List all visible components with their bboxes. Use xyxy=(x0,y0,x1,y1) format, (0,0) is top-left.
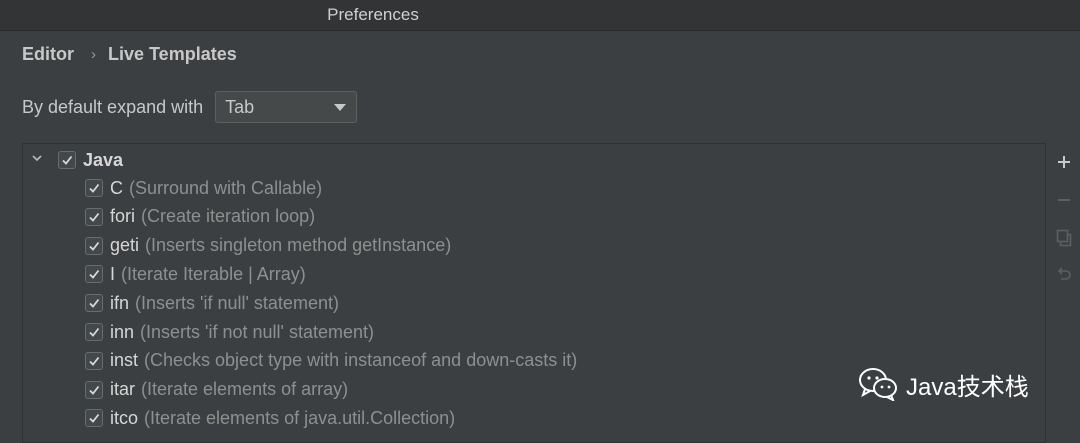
check-icon xyxy=(62,155,73,165)
template-checkbox[interactable] xyxy=(85,351,103,370)
check-icon xyxy=(89,270,100,280)
copy-button[interactable] xyxy=(1053,227,1075,249)
expand-with-value: Tab xyxy=(225,97,255,117)
check-icon xyxy=(89,327,100,337)
template-checkbox[interactable] xyxy=(85,207,103,226)
template-row[interactable]: itar (Iterate elements of array) xyxy=(85,376,348,404)
remove-icon xyxy=(1058,199,1070,201)
expand-label: By default expand with xyxy=(22,96,204,117)
copy-icon xyxy=(1056,229,1072,247)
template-abbreviation: inn xyxy=(110,321,135,342)
add-icon xyxy=(1058,156,1070,168)
breadcrumb-separator: › xyxy=(91,45,96,63)
chevron-down-icon[interactable] xyxy=(32,153,42,163)
template-abbreviation: inst xyxy=(110,350,139,371)
restore-icon xyxy=(1057,267,1071,280)
title-bar: Preferences xyxy=(0,0,1080,31)
window-title: Preferences xyxy=(327,5,419,24)
check-icon xyxy=(89,183,100,193)
template-abbreviation: C xyxy=(110,177,123,198)
template-description: (Iterate elements of array) xyxy=(141,379,349,400)
template-checkbox[interactable] xyxy=(85,323,103,341)
check-icon xyxy=(89,356,100,366)
watermark-text: Java技术栈 xyxy=(906,373,1029,401)
breadcrumb-live-templates: Live Templates xyxy=(108,43,237,64)
template-description: (Create iteration loop) xyxy=(141,206,316,227)
template-row[interactable]: I (Iterate Iterable | Array) xyxy=(85,260,306,288)
restore-button[interactable] xyxy=(1053,263,1075,285)
template-description: (Inserts 'if null' statement) xyxy=(135,292,339,313)
template-row[interactable]: inst (Checks object type with instanceof … xyxy=(85,347,577,375)
template-description: (Inserts singleton method getInstance) xyxy=(145,235,452,256)
template-checkbox[interactable] xyxy=(85,380,103,399)
template-description: (Iterate Iterable | Array) xyxy=(121,263,306,284)
wechat-icon xyxy=(859,368,897,401)
template-description: (Checks object type with instanceof and … xyxy=(144,350,578,371)
watermark: Java技术栈 xyxy=(858,366,1029,402)
template-description: (Surround with Callable) xyxy=(129,177,323,198)
template-row[interactable]: inn (Inserts 'if not null' statement) xyxy=(85,318,374,346)
check-icon xyxy=(89,385,100,395)
template-abbreviation: itar xyxy=(110,379,136,400)
template-checkbox[interactable] xyxy=(85,179,103,197)
check-icon xyxy=(89,212,100,222)
template-row[interactable]: ifn (Inserts 'if null' statement) xyxy=(85,289,339,317)
add-button[interactable] xyxy=(1053,151,1075,173)
check-icon xyxy=(89,241,100,251)
template-description: (Iterate elements of java.util.Collectio… xyxy=(144,407,456,428)
template-description: (Inserts 'if not null' statement) xyxy=(140,321,374,342)
template-row[interactable]: geti (Inserts singleton method getInstanc… xyxy=(85,232,451,260)
breadcrumb-editor[interactable]: Editor xyxy=(22,44,74,65)
expand-setting: By default expand with Tab xyxy=(22,90,358,124)
check-icon xyxy=(89,299,100,309)
breadcrumb: Editor › Live Templates xyxy=(22,42,237,66)
template-row[interactable]: itco (Iterate elements of java.util.Colle… xyxy=(85,404,455,432)
template-abbreviation: geti xyxy=(110,235,140,256)
template-abbreviation: I xyxy=(110,263,116,284)
check-icon xyxy=(89,414,100,424)
dropdown-arrow-icon xyxy=(334,104,347,111)
template-abbreviation: ifn xyxy=(110,292,130,313)
template-checkbox[interactable] xyxy=(85,294,103,313)
remove-button[interactable] xyxy=(1053,189,1075,211)
template-row[interactable]: fori (Create iteration loop) xyxy=(85,203,315,231)
group-name: Java xyxy=(83,149,124,170)
template-abbreviation: fori xyxy=(110,206,136,227)
template-checkbox[interactable] xyxy=(85,409,103,428)
template-abbreviation: itco xyxy=(110,407,139,428)
template-checkbox[interactable] xyxy=(85,236,103,255)
group-checkbox[interactable] xyxy=(58,151,76,169)
template-checkbox[interactable] xyxy=(85,265,103,284)
tree-group-java[interactable]: Java xyxy=(32,146,123,174)
template-row[interactable]: C (Surround with Callable) xyxy=(85,174,322,202)
expand-with-dropdown[interactable]: Tab xyxy=(215,91,358,123)
